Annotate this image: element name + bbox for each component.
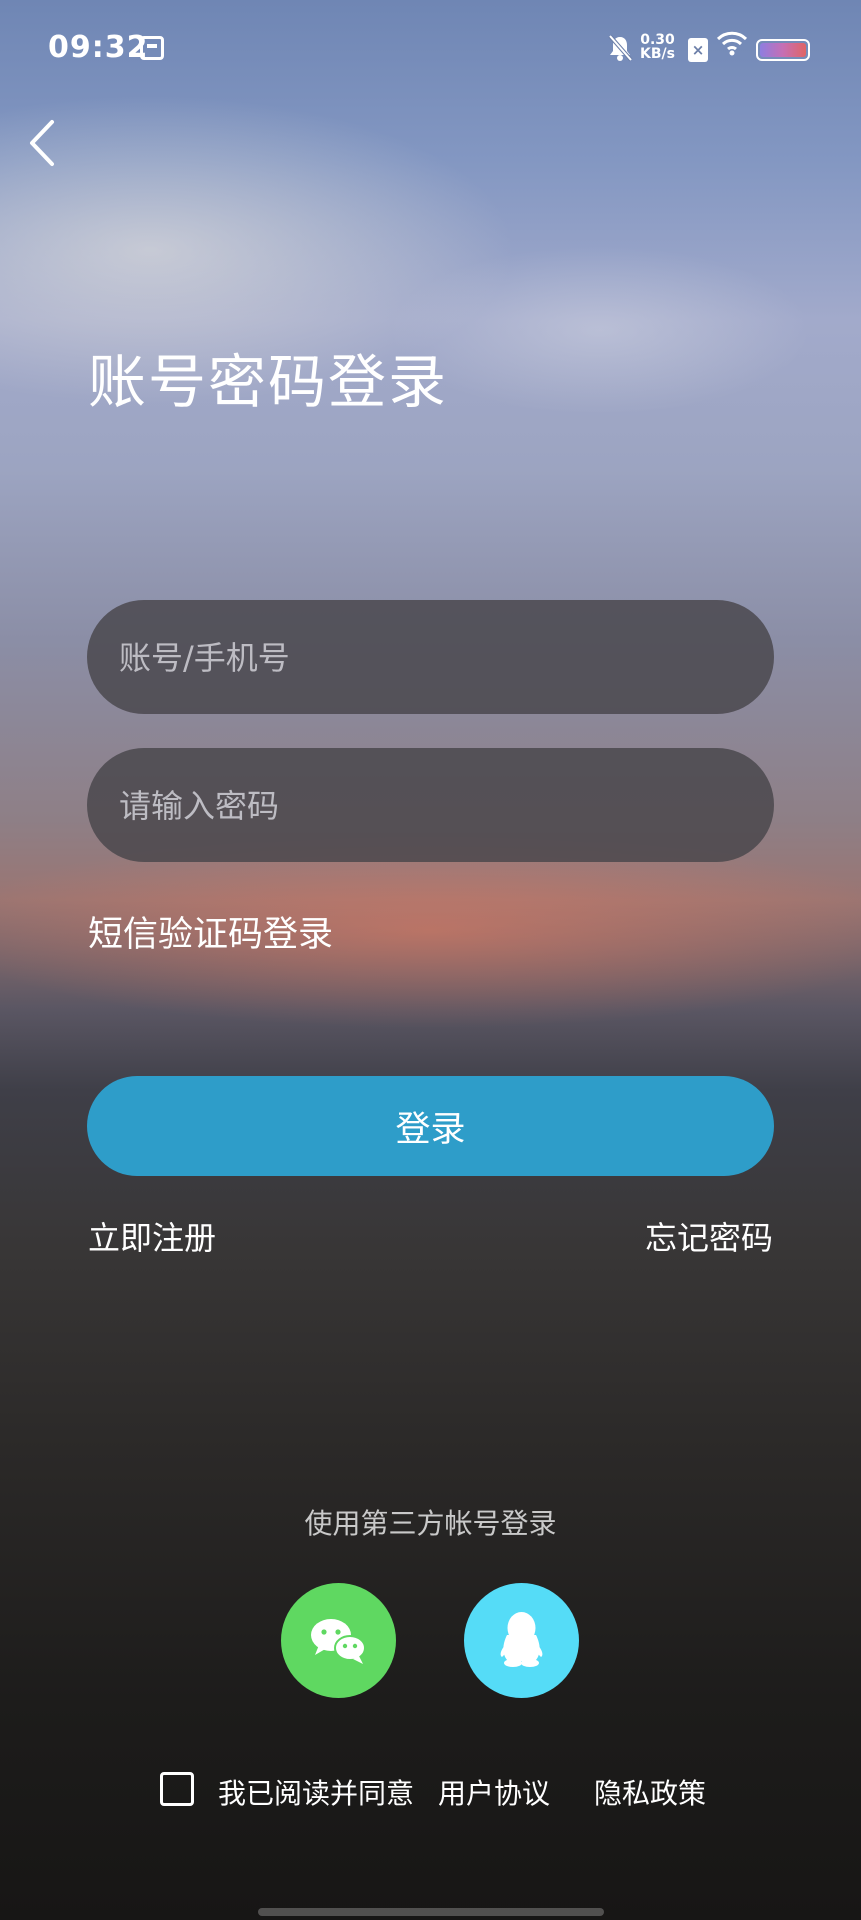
qq-icon — [500, 1612, 543, 1667]
page-title: 账号密码登录 — [88, 348, 449, 416]
password-input[interactable] — [117, 748, 748, 864]
login-button[interactable]: 登录 — [87, 1076, 774, 1176]
third-party-title: 使用第三方帐号登录 — [304, 1507, 557, 1540]
wechat-login-button[interactable] — [281, 1583, 396, 1698]
chevron-left-icon — [30, 120, 54, 166]
account-field-wrapper — [87, 600, 774, 716]
user-agreement-link[interactable]: 用户协议 — [438, 1772, 550, 1812]
battery-icon — [756, 39, 810, 61]
password-field-wrapper — [87, 748, 774, 864]
qq-login-button[interactable] — [464, 1583, 579, 1698]
net-speed-unit: KB/s — [640, 46, 675, 62]
status-time: 09:32 — [48, 30, 149, 65]
agreement-text: 我已阅读并同意 — [218, 1777, 415, 1810]
calendar-icon — [140, 36, 164, 60]
sim-x-icon: × — [688, 38, 708, 62]
back-button[interactable] — [24, 118, 64, 168]
mute-icon — [607, 34, 633, 69]
status-bar: 09:32 0.30 KB/s × — [0, 0, 861, 100]
register-link[interactable]: 立即注册 — [88, 1213, 216, 1259]
account-input[interactable] — [117, 600, 748, 716]
net-speed: 0.30 KB/s — [640, 33, 675, 61]
sms-login-link[interactable]: 短信验证码登录 — [88, 906, 333, 957]
wifi-icon — [716, 30, 748, 63]
privacy-policy-link[interactable]: 隐私政策 — [594, 1772, 706, 1812]
wechat-icon — [311, 1619, 366, 1664]
forgot-password-link[interactable]: 忘记密码 — [645, 1213, 773, 1259]
home-indicator[interactable] — [258, 1908, 604, 1916]
agreement-checkbox[interactable] — [160, 1772, 194, 1806]
